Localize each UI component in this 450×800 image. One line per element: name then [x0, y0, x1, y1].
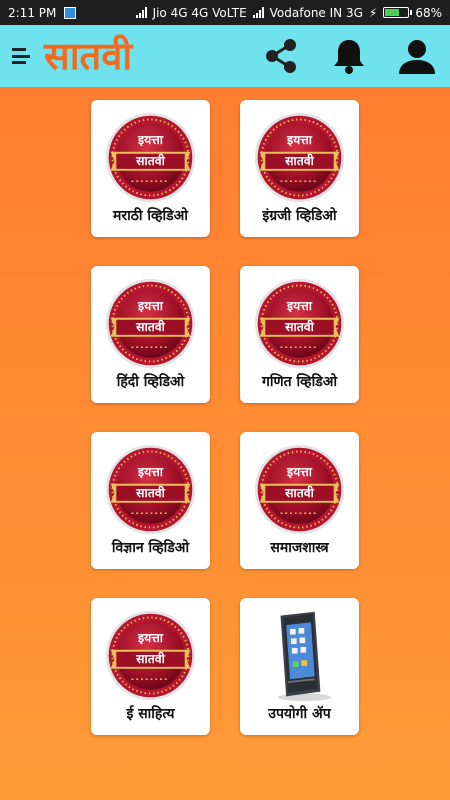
tile-card[interactable]: इयत्ता सातवी समाजशास्त्र — [240, 432, 359, 569]
tile-card[interactable]: इयत्ता सातवी ई साहित्य — [91, 598, 210, 735]
signal-icon — [135, 7, 147, 18]
tile-label: उपयोगी ॲप — [268, 706, 331, 722]
charging-icon: ⚡ — [368, 5, 378, 20]
tile-label: विज्ञान व्हिडिओ — [111, 540, 190, 556]
logo-top-text: इयत्ता — [137, 299, 164, 313]
signal-icon-2 — [252, 7, 264, 18]
status-bar: 2:11 PM Jio 4G 4G VoLTE Vodafone IN 3G ⚡… — [0, 0, 450, 25]
carrier-2: Vodafone IN 3G — [269, 5, 363, 20]
badge-logo: इयत्ता सातवी — [105, 610, 196, 701]
menu-icon[interactable] — [12, 45, 34, 67]
badge-logo: इयत्ता सातवी — [254, 444, 345, 535]
tile-card[interactable]: उपयोगी ॲप — [240, 598, 359, 735]
logo-top-text: इयत्ता — [286, 465, 313, 479]
logo-top-text: इयत्ता — [137, 465, 164, 479]
battery-percent: 68% — [415, 5, 442, 20]
status-time: 2:11 PM — [8, 5, 57, 20]
logo-top-text: इयत्ता — [286, 299, 313, 313]
phone-icon — [277, 611, 331, 702]
tile-card[interactable]: इयत्ता सातवी हिंदी व्हिडिओ — [91, 266, 210, 403]
battery-icon — [383, 7, 413, 18]
tile-label: हिंदी व्हिडिओ — [116, 374, 185, 390]
logo-top-text: इयत्ता — [286, 133, 313, 147]
app-title: सातवी — [44, 34, 133, 78]
tile-card[interactable]: इयत्ता सातवी विज्ञान व्हिडिओ — [91, 432, 210, 569]
logo-bottom-text: सातवी — [284, 485, 314, 500]
badge-logo: इयत्ता सातवी — [105, 444, 196, 535]
battery-fill — [385, 9, 399, 16]
badge-logo: इयत्ता सातवी — [254, 278, 345, 369]
app-bar: सातवी — [0, 25, 450, 87]
tile-label: इंग्रजी व्हिडिओ — [262, 208, 337, 224]
tile-label: समाजशास्त्र — [270, 540, 329, 556]
logo-bottom-text: सातवी — [284, 319, 314, 334]
tile-card[interactable]: इयत्ता सातवी इंग्रजी व्हिडिओ — [240, 100, 359, 237]
notification-app-icon — [64, 6, 77, 19]
badge-logo: इयत्ता सातवी — [105, 112, 196, 203]
logo-bottom-text: सातवी — [135, 153, 165, 168]
logo-top-text: इयत्ता — [137, 631, 164, 645]
bell-icon[interactable] — [328, 35, 370, 77]
tile-label: गणित व्हिडिओ — [261, 374, 338, 390]
carrier-1: Jio 4G 4G VoLTE — [152, 5, 247, 20]
logo-bottom-text: सातवी — [135, 485, 165, 500]
tile-card[interactable]: इयत्ता सातवी मराठी व्हिडिओ — [91, 100, 210, 237]
account-icon[interactable] — [396, 35, 438, 77]
badge-logo: इयत्ता सातवी — [105, 278, 196, 369]
tile-card[interactable]: इयत्ता सातवी गणित व्हिडिओ — [240, 266, 359, 403]
share-icon[interactable] — [260, 35, 302, 77]
logo-top-text: इयत्ता — [137, 133, 164, 147]
logo-bottom-text: सातवी — [135, 651, 165, 666]
tile-label: मराठी व्हिडिओ — [113, 208, 188, 224]
logo-bottom-text: सातवी — [135, 319, 165, 334]
logo-bottom-text: सातवी — [284, 153, 314, 168]
tile-label: ई साहित्य — [126, 706, 175, 722]
badge-logo: इयत्ता सातवी — [254, 112, 345, 203]
